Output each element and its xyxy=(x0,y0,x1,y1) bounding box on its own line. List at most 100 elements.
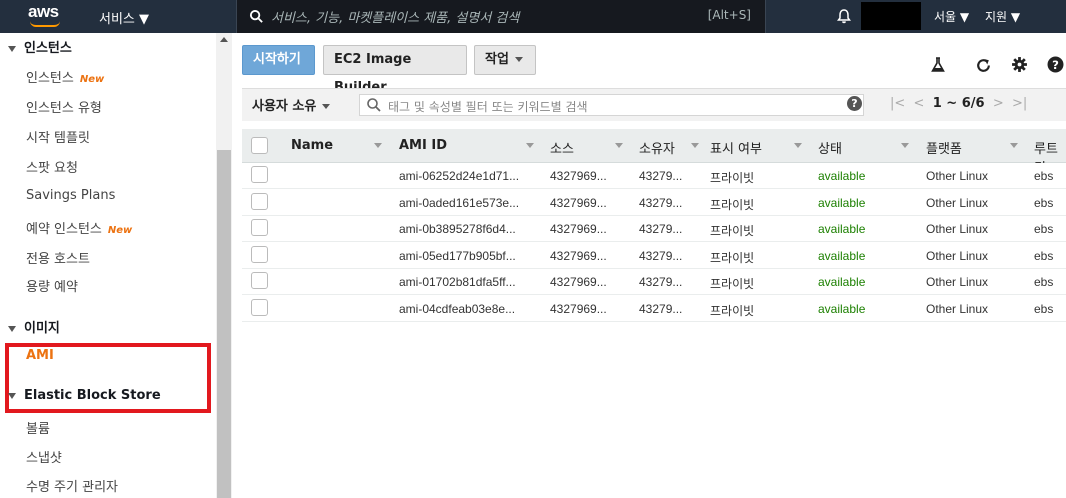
flask-icon[interactable] xyxy=(930,57,946,73)
filter-help-icon[interactable]: ? xyxy=(847,96,862,111)
cell-root-device: ebs xyxy=(1034,248,1054,263)
sidebar-item-label: 시작 템플릿 xyxy=(26,131,90,146)
row-checkbox[interactable] xyxy=(251,166,268,183)
column-header-source[interactable]: 소스 xyxy=(550,138,574,157)
cell-visibility: 프라이빗 xyxy=(710,277,755,291)
table-row[interactable]: ami-01702b81dfa5ff... 4327969... 43279... 프… xyxy=(242,269,1066,295)
sort-caret-icon[interactable] xyxy=(901,143,909,148)
scrollbar-thumb[interactable] xyxy=(217,150,231,498)
last-page-icon[interactable]: >| xyxy=(1012,96,1027,111)
column-header-name[interactable]: Name xyxy=(291,138,333,153)
column-header-visibility[interactable]: 표시 여부 xyxy=(710,138,762,157)
sidebar-scrollbar[interactable] xyxy=(216,33,232,498)
cell-platform: Other Linux xyxy=(926,169,989,183)
sidebar-item-lifecycle-manager[interactable]: 수명 주기 관리자 xyxy=(26,476,118,495)
next-page-icon[interactable]: > xyxy=(993,96,1004,111)
cell-owner: 43279... xyxy=(639,275,683,289)
owner-filter-label: 사용자 소유 xyxy=(252,99,317,114)
sidebar-section-instances[interactable]: 인스턴스 xyxy=(8,37,72,56)
sidebar-item-ami[interactable]: AMI xyxy=(26,348,54,363)
support-menu[interactable]: 지원 ▼ xyxy=(985,8,1020,25)
gear-icon[interactable] xyxy=(1011,56,1028,73)
row-checkbox[interactable] xyxy=(251,245,268,263)
collapse-triangle-icon xyxy=(8,325,16,332)
cell-status: available xyxy=(818,301,866,316)
sidebar-item-capacity-reservations[interactable]: 용량 예약 xyxy=(26,276,78,295)
sidebar-item-volumes[interactable]: 볼륨 xyxy=(26,418,50,437)
collapse-triangle-icon xyxy=(8,45,16,52)
table-row[interactable]: ami-0b3895278f6d4... 4327969... 43279... 프라… xyxy=(242,216,1066,242)
sidebar-item-savings-plans[interactable]: Savings Plans xyxy=(26,188,115,203)
column-header-platform[interactable]: 플랫폼 xyxy=(926,138,962,157)
filter-placeholder: 태그 및 속성별 필터 또는 키워드별 검색 xyxy=(388,100,588,114)
cell-owner: 43279... xyxy=(639,301,683,316)
actions-dropdown-button[interactable]: 작업 xyxy=(474,45,536,75)
owner-filter-select[interactable]: 사용자 소유 xyxy=(252,95,331,114)
chevron-down-icon xyxy=(322,104,331,109)
aws-logo-smile xyxy=(30,21,60,27)
global-search-box[interactable]: 서비스, 기능, 마켓플레이스 제품, 설명서 검색 [Alt+S] xyxy=(236,0,766,33)
image-builder-button[interactable]: EC2 Image Builder xyxy=(323,45,467,95)
prev-page-icon[interactable]: < xyxy=(914,96,925,111)
sidebar-item-spot-requests[interactable]: 스팟 요청 xyxy=(26,157,78,176)
svg-text:?: ? xyxy=(1052,58,1059,72)
sidebar-item-label: 인스턴스 xyxy=(26,71,74,86)
sort-caret-icon[interactable] xyxy=(1010,143,1018,148)
sort-caret-icon[interactable] xyxy=(526,143,534,148)
aws-logo-text: aws xyxy=(28,2,59,21)
sort-caret-icon[interactable] xyxy=(615,143,623,148)
sidebar-item-snapshots[interactable]: 스냅샷 xyxy=(26,447,62,466)
top-navigation-bar: aws 서비스 ▼ 서비스, 기능, 마켓플레이스 제품, 설명서 검색 [Al… xyxy=(0,0,1066,33)
cell-platform: Other Linux xyxy=(926,248,989,263)
sidebar-item-instance-types[interactable]: 인스턴스 유형 xyxy=(26,97,102,116)
cell-visibility: 프라이빗 xyxy=(710,197,755,212)
cell-ami-id: ami-0b3895278f6d4... xyxy=(399,222,516,236)
new-badge: New xyxy=(107,225,133,236)
sidebar-section-images[interactable]: 이미지 xyxy=(8,317,60,336)
table-row[interactable]: ami-0aded161e573e... 4327969... 43279... 프라… xyxy=(242,189,1066,216)
row-checkbox[interactable] xyxy=(251,298,268,316)
help-icon[interactable]: ? xyxy=(1047,56,1064,73)
cell-ami-id: ami-06252d24e1d71... xyxy=(399,169,520,183)
services-menu-button[interactable]: 서비스 ▼ xyxy=(99,8,149,27)
cell-status: available xyxy=(818,275,866,289)
bell-icon[interactable] xyxy=(836,8,852,24)
sidebar-item-dedicated-hosts[interactable]: 전용 호스트 xyxy=(26,248,90,267)
sort-caret-icon[interactable] xyxy=(374,143,382,148)
cell-status: available xyxy=(818,248,866,263)
refresh-icon[interactable] xyxy=(975,57,992,74)
sidebar-item-label: 용량 예약 xyxy=(26,280,78,295)
account-menu-redacted[interactable] xyxy=(861,2,921,30)
sidebar-item-launch-templates[interactable]: 시작 템플릿 xyxy=(26,127,90,146)
column-header-status[interactable]: 상태 xyxy=(818,138,842,157)
launch-button[interactable]: 시작하기 xyxy=(242,45,315,75)
sidebar-section-ebs[interactable]: Elastic Block Store xyxy=(8,388,161,403)
table-row[interactable]: ami-06252d24e1d71... 4327969... 43279... 프라… xyxy=(242,163,1066,189)
cell-ami-id: ami-04cdfeab03e8e... xyxy=(399,301,516,316)
sidebar-item-label: 전용 호스트 xyxy=(26,252,90,267)
new-badge: New xyxy=(79,74,105,85)
column-header-ami-id[interactable]: AMI ID xyxy=(399,138,447,153)
aws-logo[interactable]: aws xyxy=(28,3,68,29)
sidebar-item-label: 볼륨 xyxy=(26,422,50,437)
region-selector[interactable]: 서울 ▼ xyxy=(934,8,969,25)
sort-caret-icon[interactable] xyxy=(691,143,699,148)
row-checkbox[interactable] xyxy=(251,272,268,289)
table-row[interactable]: ami-05ed177b905bf... 4327969... 43279... 프라… xyxy=(242,242,1066,269)
cell-platform: Other Linux xyxy=(926,301,989,316)
cell-visibility: 프라이빗 xyxy=(710,303,755,318)
cell-source: 4327969... xyxy=(550,169,607,183)
search-placeholder: 서비스, 기능, 마켓플레이스 제품, 설명서 검색 xyxy=(271,11,520,26)
row-checkbox[interactable] xyxy=(251,219,268,236)
row-checkbox[interactable] xyxy=(251,192,268,210)
first-page-icon[interactable]: |< xyxy=(890,96,905,111)
select-all-checkbox[interactable] xyxy=(251,137,268,154)
filter-search-input[interactable]: 태그 및 속성별 필터 또는 키워드별 검색 xyxy=(359,94,864,116)
sidebar-item-reserved-instances[interactable]: 예약 인스턴스 New xyxy=(26,218,132,237)
sidebar-item-instances[interactable]: 인스턴스 New xyxy=(26,67,104,86)
sidebar-item-label: 인스턴스 유형 xyxy=(26,101,102,116)
table-row[interactable]: ami-04cdfeab03e8e... 4327969... 43279... 프라… xyxy=(242,295,1066,322)
sort-caret-icon[interactable] xyxy=(794,143,802,148)
column-header-owner[interactable]: 소유자 xyxy=(639,138,675,157)
scroll-up-arrow-icon[interactable] xyxy=(220,37,228,42)
